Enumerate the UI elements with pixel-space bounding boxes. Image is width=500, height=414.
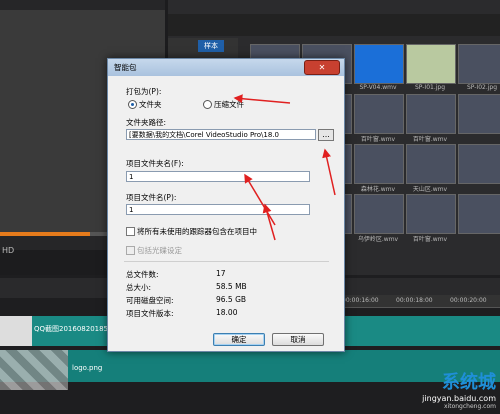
- watermark: 系统城 jingyan.baidu.com xitongcheng.com: [422, 368, 496, 410]
- watermark-site: jingyan.baidu.com: [422, 394, 496, 403]
- watermark-site2: xitongcheng.com: [444, 403, 496, 410]
- annotation-arrows: [233, 94, 336, 241]
- arrow-to-path-field: [322, 148, 336, 196]
- watermark-brand: 系统城: [442, 372, 496, 393]
- arrow-to-zip-option: [233, 94, 291, 104]
- arrow-to-folder-name: [244, 173, 276, 226]
